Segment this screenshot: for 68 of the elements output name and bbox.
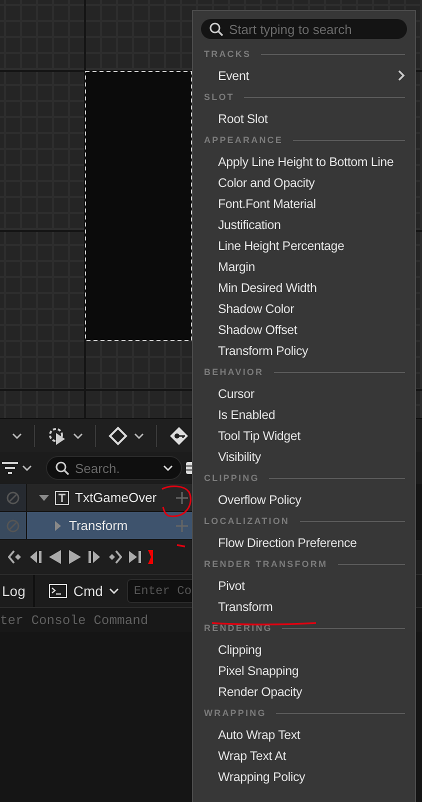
menu-item[interactable]: Line Height Percentage: [201, 235, 407, 256]
play-reverse-icon[interactable]: [48, 550, 62, 564]
caret-icon[interactable]: [12, 432, 22, 438]
menu-item[interactable]: Apply Line Height to Bottom Line: [201, 151, 407, 172]
text-widget-icon: [55, 490, 69, 504]
end-marker-icon[interactable]: [148, 550, 154, 564]
menu-item[interactable]: Render Opacity: [201, 681, 407, 702]
gear-play-icon[interactable]: [47, 426, 67, 446]
section-heading: TRACKS: [204, 49, 252, 59]
menu-item[interactable]: Transform: [201, 596, 407, 617]
cmd-button[interactable]: Cmd: [45, 579, 123, 603]
menu-item[interactable]: Pixel Snapping: [201, 660, 407, 681]
diamond-key-icon[interactable]: [169, 426, 189, 446]
menu-search-field[interactable]: Start typing to search: [201, 19, 407, 39]
search-icon: [55, 461, 69, 475]
section-heading: APPEARANCE: [204, 135, 284, 145]
section-heading: BEHAVIOR: [204, 367, 264, 377]
section-heading: SLOT: [204, 92, 234, 102]
filter-icon[interactable]: [2, 462, 18, 474]
next-keyframe-icon[interactable]: [108, 550, 122, 564]
caret-icon[interactable]: [73, 432, 83, 438]
menu-item[interactable]: Event: [201, 65, 407, 86]
section-heading: RENDER TRANSFORM: [204, 559, 328, 569]
menu-item[interactable]: Flow Direction Preference: [201, 532, 407, 553]
track-label: TxtGameOver: [75, 490, 157, 505]
menu-item[interactable]: Justification: [201, 214, 407, 235]
menu-item[interactable]: Margin: [201, 256, 407, 277]
play-icon[interactable]: [68, 550, 82, 564]
caret-icon[interactable]: [108, 588, 119, 594]
terminal-icon: [49, 584, 68, 598]
step-forward-icon[interactable]: [88, 550, 102, 564]
menu-item[interactable]: Is Enabled: [201, 404, 407, 425]
caret-icon[interactable]: [134, 432, 144, 438]
search-icon: [209, 22, 223, 36]
expand-arrow-icon[interactable]: [39, 492, 49, 502]
menu-item[interactable]: Pivot: [201, 575, 407, 596]
plus-icon[interactable]: [176, 492, 188, 504]
menu-item[interactable]: Auto Wrap Text: [201, 724, 407, 745]
search-input[interactable]: Start typing to search: [229, 22, 399, 36]
console-input[interactable]: Enter Co: [126, 579, 195, 603]
diamond-icon[interactable]: [108, 426, 128, 446]
caret-icon[interactable]: [163, 465, 173, 471]
menu-item[interactable]: Transform Policy: [201, 340, 407, 361]
menu-item[interactable]: Root Slot: [201, 108, 407, 129]
caret-icon[interactable]: [22, 465, 32, 471]
section-heading: RENDERING: [204, 623, 272, 633]
menu-item[interactable]: Shadow Color: [201, 298, 407, 319]
search-input[interactable]: Search.: [75, 460, 157, 476]
step-back-icon[interactable]: [28, 550, 42, 564]
menu-item[interactable]: Visibility: [201, 446, 407, 467]
search-field[interactable]: Search.: [46, 456, 182, 480]
track-label: Transform: [69, 518, 128, 533]
menu-item[interactable]: Wrap Text At: [201, 745, 407, 766]
skip-end-icon[interactable]: [128, 550, 142, 564]
menu-item[interactable]: Shadow Offset: [201, 319, 407, 340]
annotation-mark: [176, 544, 186, 548]
menu-item[interactable]: Color and Opacity: [201, 172, 407, 193]
menu-item[interactable]: Cursor: [201, 383, 407, 404]
section-heading: LOCALIZATION: [204, 516, 290, 526]
section-heading: CLIPPING: [204, 473, 260, 483]
previous-keyframe-icon[interactable]: [8, 550, 22, 564]
menu-item[interactable]: Clipping: [201, 639, 407, 660]
menu-item[interactable]: Min Desired Width: [201, 277, 407, 298]
section-heading: WRAPPING: [204, 708, 266, 718]
menu-item[interactable]: Font.Font Material: [201, 193, 407, 214]
menu-item[interactable]: Overflow Policy: [201, 489, 407, 510]
console-hint: ter Console Command: [0, 612, 148, 628]
menu-item[interactable]: Wrapping Policy: [201, 766, 407, 787]
